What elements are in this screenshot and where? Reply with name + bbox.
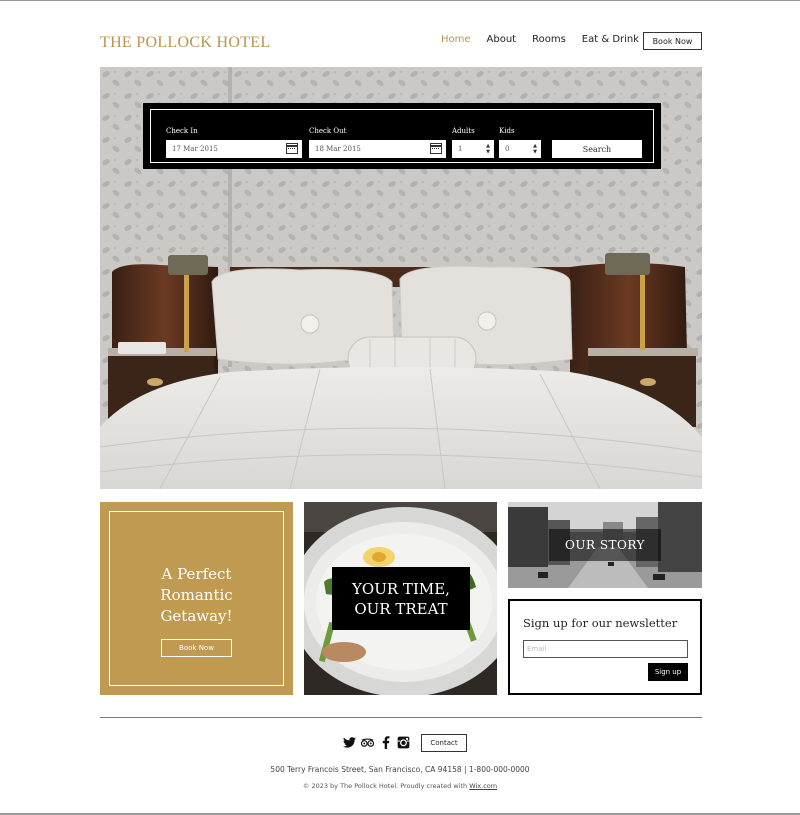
- hotel-logo[interactable]: THE POLLOCK HOTEL: [100, 34, 270, 52]
- adults-value: 1: [458, 145, 463, 153]
- romantic-getaway-card: A Perfect Romantic Getaway! Book Now: [100, 502, 293, 695]
- facebook-icon[interactable]: [379, 736, 392, 749]
- getaway-line: Romantic: [160, 586, 233, 604]
- copyright-text: © 2023 by The Pollock Hotel. Proudly cre…: [302, 782, 470, 790]
- nav-item-about[interactable]: About: [487, 34, 517, 45]
- check-in-field[interactable]: 17 Mar 2015: [166, 140, 302, 158]
- twitter-icon[interactable]: [343, 736, 356, 749]
- footer-address: 500 Terry Francois Street, San Francisco…: [270, 765, 530, 774]
- card-frame: A Perfect Romantic Getaway! Book Now: [109, 511, 284, 686]
- getaway-book-now-button[interactable]: Book Now: [161, 639, 232, 657]
- adults-label: Adults: [452, 127, 475, 135]
- adults-stepper[interactable]: 1 ▲ ▼: [452, 140, 494, 158]
- nav-item-home[interactable]: Home: [441, 34, 471, 45]
- booking-widget-frame: Check In 17 Mar 2015 Check Out 18 Mar 20…: [150, 109, 654, 163]
- our-story-card[interactable]: OUR STORY: [508, 502, 702, 588]
- kids-stepper[interactable]: 0 ▲ ▼: [499, 140, 541, 158]
- calendar-icon[interactable]: [430, 143, 442, 154]
- sign-up-button[interactable]: Sign up: [648, 663, 688, 681]
- check-in-value: 17 Mar 2015: [172, 145, 218, 153]
- getaway-line: A Perfect: [161, 565, 232, 583]
- nav-item-rooms[interactable]: Rooms: [532, 34, 566, 45]
- treat-label: YOUR TIME, OUR TREAT: [332, 567, 470, 630]
- booking-widget: Check In 17 Mar 2015 Check Out 18 Mar 20…: [143, 103, 661, 169]
- page-top-border: [0, 0, 800, 1]
- tripadvisor-icon[interactable]: [361, 736, 374, 749]
- kids-label: Kids: [499, 127, 515, 135]
- check-in-label: Check In: [166, 127, 198, 135]
- treat-line: OUR TREAT: [354, 599, 448, 618]
- header-book-now-button[interactable]: Book Now: [643, 32, 702, 50]
- restaurant-card[interactable]: YOUR TIME, OUR TREAT: [304, 502, 497, 695]
- newsletter-card: Sign up for our newsletter Email Sign up: [508, 599, 702, 695]
- kids-value: 0: [505, 145, 510, 153]
- spin-arrows-icon[interactable]: ▲ ▼: [486, 143, 490, 155]
- nav-item-eat-drink[interactable]: Eat & Drink: [582, 34, 639, 45]
- spin-arrows-icon[interactable]: ▲ ▼: [533, 143, 537, 155]
- search-button[interactable]: Search: [552, 140, 642, 158]
- check-out-value: 18 Mar 2015: [315, 145, 361, 153]
- newsletter-title: Sign up for our newsletter: [523, 616, 678, 630]
- check-out-label: Check Out: [309, 127, 347, 135]
- main-nav: Home About Rooms Eat & Drink: [441, 34, 655, 45]
- footer-divider: [100, 717, 702, 718]
- our-story-label: OUR STORY: [549, 529, 661, 561]
- getaway-line: Getaway!: [160, 607, 233, 625]
- instagram-icon[interactable]: [397, 736, 410, 749]
- contact-button[interactable]: Contact: [421, 734, 467, 752]
- social-bar: [343, 736, 410, 749]
- email-placeholder: Email: [527, 645, 547, 653]
- footer-copyright: © 2023 by The Pollock Hotel. Proudly cre…: [0, 782, 800, 790]
- calendar-icon[interactable]: [286, 143, 298, 154]
- treat-line: YOUR TIME,: [352, 579, 450, 598]
- check-out-field[interactable]: 18 Mar 2015: [309, 140, 446, 158]
- getaway-title: A Perfect Romantic Getaway!: [110, 564, 283, 627]
- email-field[interactable]: Email: [523, 640, 688, 658]
- wix-link[interactable]: Wix.com: [469, 782, 497, 790]
